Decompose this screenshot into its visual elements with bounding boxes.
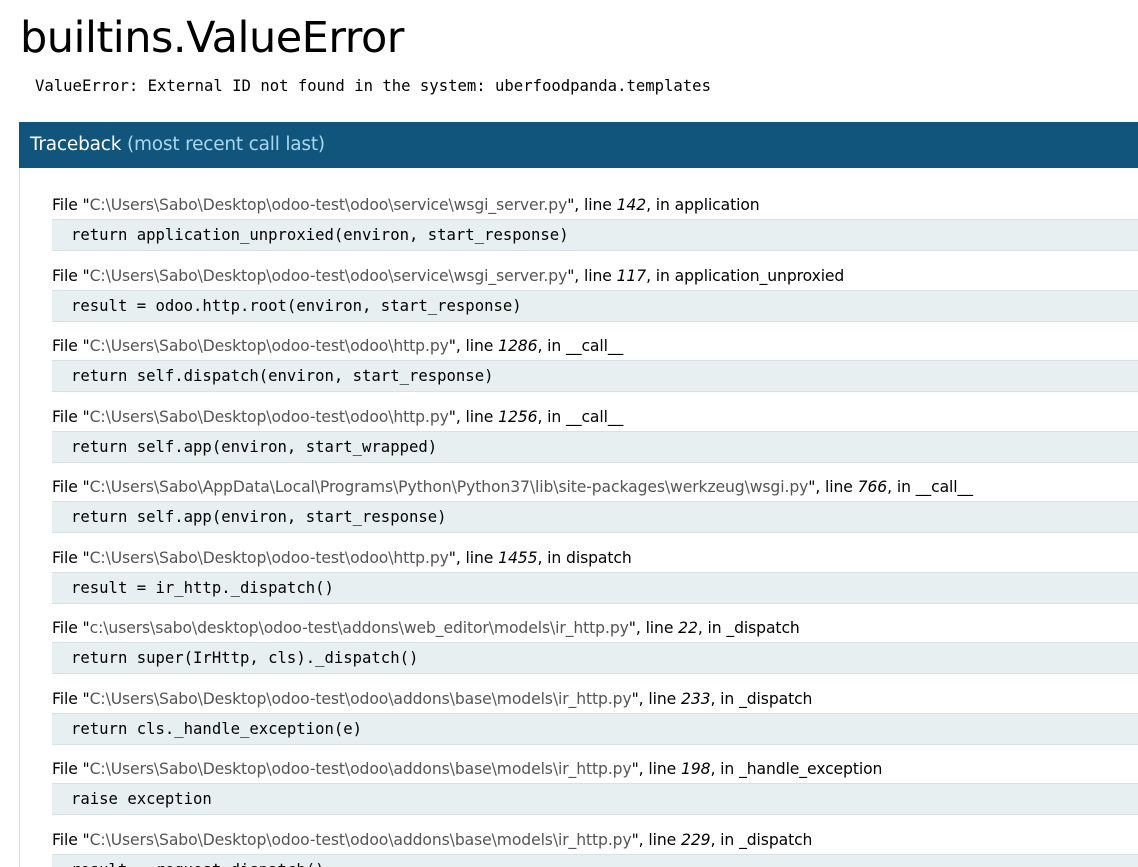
frame-location: File "C:\Users\Sabo\Desktop\odoo-test\od… [52,687,812,711]
frame-prefix: File " [52,337,90,355]
frame-func-prefix: , in [710,689,740,708]
frame-function: dispatch [566,548,632,567]
frame-location: File "C:\Users\Sabo\Desktop\odoo-test\od… [52,405,623,429]
frame-lineno: 233 [681,689,711,708]
frame-function: __call__ [566,337,624,355]
frame-prefix: File " [52,407,90,426]
traceback-frame: File "C:\Users\Sabo\Desktop\odoo-test\od… [52,757,1138,828]
frame-function: __call__ [566,407,624,426]
frame-lineno: 1286 [498,337,538,355]
frame-filename: C:\Users\Sabo\Desktop\odoo-test\odoo\htt… [89,548,449,567]
frame-func-prefix: , in [697,619,727,637]
frame-filename: C:\Users\Sabo\Desktop\odoo-test\odoo\add… [89,689,632,708]
traceback-frames: File "C:\Users\Sabo\Desktop\odoo-test\od… [52,193,1138,867]
frame-function: _handle_exception [739,760,883,778]
frame-function: _dispatch [726,619,800,637]
frame-function: _dispatch [739,830,813,849]
frame-location: File "C:\Users\Sabo\Desktop\odoo-test\od… [52,828,812,852]
frame-code: result = odoo.http.root(environ, start_r… [52,289,1138,322]
frame-location: File "c:\users\sabo\desktop\odoo-test\ad… [52,616,800,640]
frame-filename: C:\Users\Sabo\Desktop\odoo-test\odoo\htt… [89,337,449,355]
frame-prefix: File " [52,266,90,285]
traceback-frame: File "c:\users\sabo\desktop\odoo-test\ad… [52,616,1138,687]
frame-lineno: 117 [616,266,647,285]
traceback-frame: File "C:\Users\Sabo\Desktop\odoo-test\od… [52,334,1138,405]
frame-location: File "C:\Users\Sabo\Desktop\odoo-test\od… [52,193,760,217]
frame-func-prefix: , in [646,266,675,285]
frame-lineno: 142 [616,196,647,214]
traceback-frame: File "C:\Users\Sabo\Desktop\odoo-test\od… [52,687,1138,758]
frame-prefix: File " [52,196,90,214]
page-title: builtins.ValueError [20,13,404,63]
frame-mid: ", line [448,337,499,355]
frame-prefix: File " [52,760,90,778]
frame-filename: C:\Users\Sabo\Desktop\odoo-test\odoo\ser… [89,266,568,285]
frame-func-prefix: , in [646,196,675,214]
frame-func-prefix: , in [537,337,567,355]
frame-func-prefix: , in [710,830,740,849]
frame-prefix: File " [52,830,90,849]
frame-code: return super(IrHttp, cls)._dispatch() [52,642,1138,674]
frame-location: File "C:\Users\Sabo\AppData\Local\Progra… [52,475,973,499]
traceback-frame: File "C:\Users\Sabo\Desktop\odoo-test\od… [52,828,1138,867]
frame-code: raise exception [52,783,1138,815]
traceback-frame: File "C:\Users\Sabo\Desktop\odoo-test\od… [52,264,1138,335]
frame-code: result = request.dispatch() [52,853,1138,867]
frame-function: __call__ [915,478,973,496]
frame-filename: C:\Users\Sabo\Desktop\odoo-test\odoo\htt… [89,407,449,426]
traceback-frame: File "C:\Users\Sabo\Desktop\odoo-test\od… [52,546,1138,617]
frame-prefix: File " [52,478,90,496]
frame-mid: ", line [448,548,499,567]
frame-mid: ", line [631,830,681,849]
frame-code: return self.app(environ, start_wrapped) [52,430,1138,463]
frame-code: return cls._handle_exception(e) [52,712,1138,745]
traceback-frame: File "C:\Users\Sabo\Desktop\odoo-test\od… [52,405,1138,476]
frame-filename: C:\Users\Sabo\Desktop\odoo-test\odoo\add… [89,760,632,778]
frame-func-prefix: , in [537,407,567,426]
frame-code: return application_unproxied(environ, st… [52,219,1138,251]
traceback-header: Traceback (most recent call last) [19,122,1138,168]
frame-code: return self.app(environ, start_response) [52,501,1138,533]
traceback-frame: File "C:\Users\Sabo\AppData\Local\Progra… [52,475,1138,546]
frame-mid: ", line [631,689,681,708]
traceback-header-label: Traceback [30,134,122,155]
frame-filename: c:\users\sabo\desktop\odoo-test\addons\w… [89,619,629,637]
frame-lineno: 766 [857,478,888,496]
frame-code: return self.dispatch(environ, start_resp… [52,360,1138,392]
frame-func-prefix: , in [710,760,740,778]
traceback-frame: File "C:\Users\Sabo\Desktop\odoo-test\od… [52,193,1138,264]
frame-prefix: File " [52,548,90,567]
frame-filename: C:\Users\Sabo\Desktop\odoo-test\odoo\ser… [89,196,568,214]
frame-prefix: File " [52,689,90,708]
frame-mid: ", line [448,407,499,426]
frame-mid: ", line [628,619,679,637]
frame-filename: C:\Users\Sabo\Desktop\odoo-test\odoo\add… [89,830,632,849]
frame-location: File "C:\Users\Sabo\Desktop\odoo-test\od… [52,264,844,288]
frame-location: File "C:\Users\Sabo\Desktop\odoo-test\od… [52,757,882,781]
frame-mid: ", line [808,478,858,496]
frame-mid: ", line [567,266,617,285]
frame-function: application_unproxied [674,266,845,285]
frame-lineno: 198 [681,760,711,778]
frame-prefix: File " [52,619,90,637]
frame-mid: ", line [567,196,617,214]
frame-function: application [674,196,760,214]
frame-lineno: 22 [678,619,698,637]
frame-lineno: 1455 [498,548,538,567]
frame-lineno: 1256 [498,407,538,426]
frame-func-prefix: , in [887,478,916,496]
traceback-header-sub: (most recent call last) [126,134,325,155]
error-message: ValueError: External ID not found in the… [35,77,711,95]
frame-func-prefix: , in [537,548,567,567]
frame-filename: C:\Users\Sabo\AppData\Local\Programs\Pyt… [89,478,809,496]
frame-lineno: 229 [681,830,711,849]
frame-function: _dispatch [739,689,813,708]
frame-location: File "C:\Users\Sabo\Desktop\odoo-test\od… [52,546,632,570]
frame-location: File "C:\Users\Sabo\Desktop\odoo-test\od… [52,334,623,358]
frame-mid: ", line [631,760,681,778]
frame-code: result = ir_http._dispatch() [52,571,1138,604]
